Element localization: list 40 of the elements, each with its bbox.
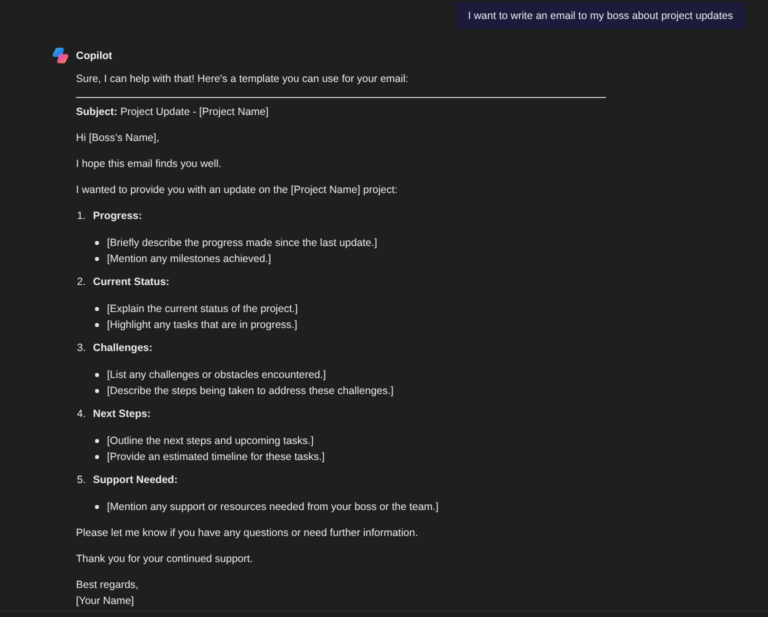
list-number: 2. — [76, 275, 87, 290]
bullet-icon — [95, 455, 99, 459]
section-title: Challenges: — [93, 341, 153, 356]
lead-text: I wanted to provide you with an update on the [Project Name] project: — [76, 183, 398, 198]
bullet-text: [Provide an estimated timeline for these tasks.] — [107, 450, 325, 465]
bullet-icon — [95, 307, 99, 311]
bullet-text: [Mention any support or resources needed from your boss or the team.] — [107, 500, 439, 515]
bullet-icon — [95, 257, 99, 261]
intro-text: Sure, I can help with that! Here's a template you can use for your email: — [76, 72, 408, 87]
bullet-text: [Highlight any tasks that are in progress.] — [107, 318, 298, 333]
greeting-text: Hi [Boss’s Name], — [76, 131, 160, 146]
bullet-text: [Describe the steps being taken to address these challenges.] — [107, 384, 394, 399]
bullet-icon — [95, 505, 99, 509]
bullet-text: [List any challenges or obstacles encountered.] — [107, 368, 326, 383]
bullet-icon — [95, 389, 99, 393]
bullet-icon — [95, 323, 99, 327]
section-title: Progress: — [93, 209, 142, 224]
list-number: 3. — [76, 341, 87, 356]
bullet-icon — [95, 373, 99, 377]
subject-line: Subject: Project Update - [Project Name] — [76, 105, 269, 120]
bullet-text: [Mention any milestones achieved.] — [107, 252, 272, 267]
list-number: 5. — [76, 473, 87, 488]
bullet-icon — [95, 439, 99, 443]
bullet-text: [Outline the next steps and upcoming tasks.] — [107, 434, 314, 449]
signoff-text: Best regards, — [76, 578, 138, 593]
bullet-text: [Explain the current status of the project.] — [107, 302, 298, 317]
closing-text: Please let me know if you have any questions or need further information. — [76, 526, 418, 541]
section-title: Next Steps: — [93, 407, 151, 422]
logo-icon — [52, 47, 69, 64]
thanks-text: Thank you for your continued support. — [76, 552, 253, 567]
section-title: Current Status: — [93, 275, 170, 290]
user-message-bubble: I want to write an email to my boss about project updates — [456, 2, 745, 29]
list-number: 4. — [76, 407, 87, 422]
assistant-name: Copilot — [76, 48, 112, 64]
signoff-text: [Your Name] — [76, 594, 134, 609]
list-number: 1. — [76, 209, 87, 224]
section-title: Support Needed: — [93, 473, 178, 488]
bullet-text: [Briefly describe the progress made since the last update.] — [107, 236, 378, 251]
bullet-icon — [95, 241, 99, 245]
opening-text: I hope this email finds you well. — [76, 157, 222, 172]
